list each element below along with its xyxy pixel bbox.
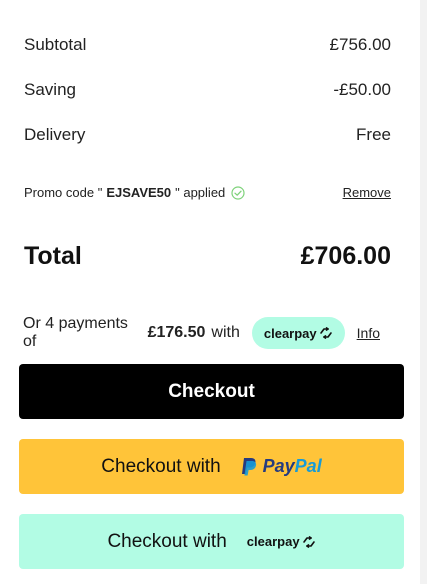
clearpay-logo: clearpay bbox=[264, 326, 333, 341]
remove-promo-link[interactable]: Remove bbox=[343, 185, 391, 200]
promo-code: EJSAVE50 bbox=[106, 185, 172, 200]
saving-row: Saving -£50.00 bbox=[24, 80, 391, 100]
subtotal-label: Subtotal bbox=[24, 35, 87, 54]
clearpay-checkout-button[interactable]: Checkout with clearpay bbox=[19, 514, 404, 569]
clearpay-button-logo: clearpay bbox=[247, 534, 316, 549]
promo-suffix: " applied bbox=[175, 185, 226, 200]
paypal-logo: Pay Pal bbox=[241, 456, 322, 477]
clearpay-wordmark: clearpay bbox=[263, 325, 317, 341]
paypal-wordmark-pal: Pal bbox=[294, 456, 322, 476]
delivery-label: Delivery bbox=[24, 125, 86, 144]
clearpay-badge: clearpay bbox=[251, 317, 345, 349]
checkout-button[interactable]: Checkout bbox=[19, 364, 404, 419]
promo-prefix: Promo code " bbox=[24, 185, 103, 200]
installments-row: Or 4 payments of £176.50 with clearpay I… bbox=[23, 315, 380, 350]
checkout-button-label: Checkout bbox=[168, 380, 255, 402]
total-value: £706.00 bbox=[300, 242, 391, 270]
clearpay-button-wordmark: clearpay bbox=[246, 534, 300, 549]
paypal-checkout-button[interactable]: Checkout with Pay Pal bbox=[19, 439, 404, 494]
clearpay-checkout-label: Checkout with bbox=[107, 530, 227, 552]
promo-code-status: Promo code " EJSAVE50 " applied bbox=[24, 185, 245, 200]
paypal-checkout-label: Checkout with bbox=[101, 455, 221, 477]
delivery-value: Free bbox=[356, 125, 391, 144]
installments-suffix: with bbox=[211, 324, 240, 341]
check-circle-icon bbox=[231, 185, 245, 200]
clearpay-info-link[interactable]: Info bbox=[357, 325, 380, 341]
delivery-row: Delivery Free bbox=[24, 125, 391, 145]
paypal-icon bbox=[241, 458, 256, 476]
installments-prefix: Or 4 payments of bbox=[23, 315, 128, 350]
total-label: Total bbox=[24, 242, 82, 270]
clearpay-arrows-icon bbox=[302, 535, 315, 548]
subtotal-row: Subtotal £756.00 bbox=[24, 35, 391, 55]
promo-code-row: Promo code " EJSAVE50 " applied Remove bbox=[24, 185, 391, 200]
total-row: Total £706.00 bbox=[24, 242, 391, 271]
saving-value: -£50.00 bbox=[333, 80, 391, 99]
order-summary-panel: Subtotal £756.00 Saving -£50.00 Delivery… bbox=[0, 0, 420, 584]
saving-label: Saving bbox=[24, 80, 76, 99]
clearpay-arrows-icon bbox=[319, 327, 332, 339]
installment-amount: £176.50 bbox=[147, 324, 206, 341]
paypal-wordmark-pay: Pay bbox=[262, 456, 295, 476]
subtotal-value: £756.00 bbox=[329, 35, 391, 54]
